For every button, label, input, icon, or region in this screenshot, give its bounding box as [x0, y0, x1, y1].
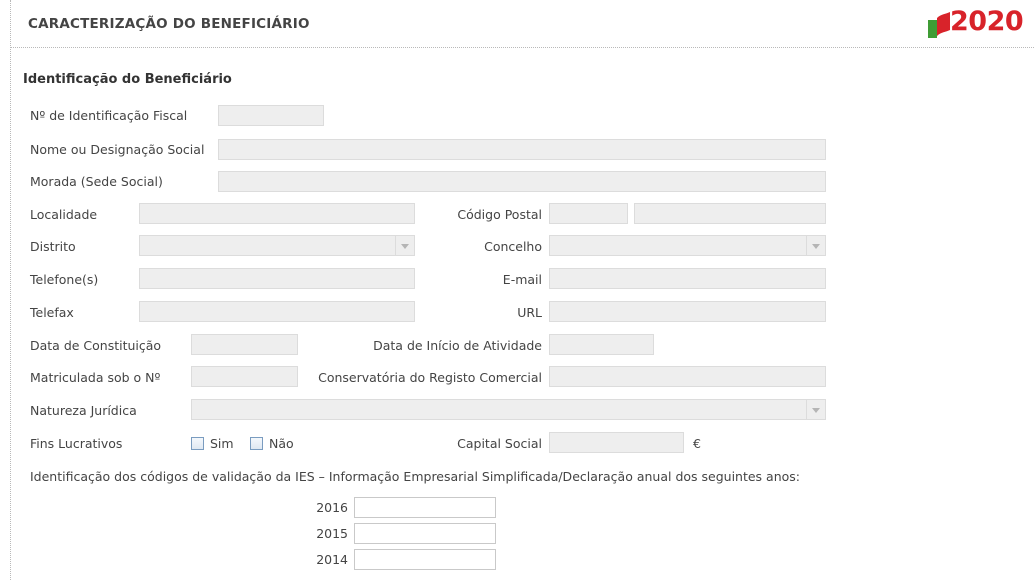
- telefax-label: Telefax: [30, 305, 74, 320]
- localidade-label: Localidade: [30, 207, 98, 222]
- form-left-border: [10, 0, 11, 580]
- fins-lucrativos-label: Fins Lucrativos: [30, 436, 123, 451]
- conservatoria-field[interactable]: [549, 366, 826, 387]
- ies-year-label: 2016: [316, 500, 348, 515]
- natureza-select[interactable]: [191, 399, 826, 420]
- concelho-select[interactable]: [549, 235, 826, 256]
- nome-label: Nome ou Designação Social: [30, 142, 205, 157]
- chevron-down-icon[interactable]: [395, 236, 414, 255]
- natureza-label: Natureza Jurídica: [30, 403, 137, 418]
- sim-checkbox[interactable]: [191, 437, 204, 450]
- email-field[interactable]: [549, 268, 826, 289]
- chevron-down-icon[interactable]: [806, 236, 825, 255]
- email-label: E-mail: [502, 272, 542, 287]
- distrito-select[interactable]: [139, 235, 415, 256]
- logo-text: 2020: [950, 6, 1024, 37]
- nif-label: Nº de Identificação Fiscal: [30, 108, 188, 123]
- header-divider: [10, 47, 1034, 48]
- sim-label[interactable]: Sim: [210, 433, 234, 454]
- data-inicio-field[interactable]: [549, 334, 654, 355]
- telefone-field[interactable]: [139, 268, 415, 289]
- matricula-label: Matriculada sob o Nº: [30, 370, 161, 385]
- telefax-field[interactable]: [139, 301, 415, 322]
- conservatoria-label: Conservatória do Registo Comercial: [318, 370, 542, 385]
- euro-symbol: €: [693, 436, 701, 451]
- morada-field[interactable]: [218, 171, 826, 192]
- data-inicio-label: Data de Início de Atividade: [373, 338, 542, 353]
- localidade-field[interactable]: [139, 203, 415, 224]
- chevron-down-icon[interactable]: [806, 400, 825, 419]
- nao-label[interactable]: Não: [269, 433, 294, 454]
- codigo-postal-label: Código Postal: [457, 207, 542, 222]
- nif-field[interactable]: [218, 105, 324, 126]
- capital-social-field[interactable]: [549, 432, 684, 453]
- concelho-label: Concelho: [484, 239, 542, 254]
- morada-label: Morada (Sede Social): [30, 174, 163, 189]
- flag-icon: [928, 12, 950, 38]
- nao-checkbox[interactable]: [250, 437, 263, 450]
- page-title: CARACTERIZAÇÃO DO BENEFICIÁRIO: [28, 16, 310, 32]
- ies-code-field-2014[interactable]: [354, 549, 496, 570]
- telefone-label: Telefone(s): [30, 272, 99, 287]
- distrito-label: Distrito: [30, 239, 76, 254]
- codigo-postal-field-2[interactable]: [634, 203, 826, 224]
- url-label: URL: [517, 305, 542, 320]
- data-constituicao-label: Data de Constituição: [30, 338, 162, 353]
- ies-code-field-2015[interactable]: [354, 523, 496, 544]
- ies-year-label: 2015: [316, 526, 348, 541]
- portugal-2020-logo: 2020: [926, 6, 1034, 42]
- ies-instructions: Identificação dos códigos de validação d…: [30, 469, 801, 484]
- capital-social-label: Capital Social: [457, 436, 542, 451]
- ies-year-label: 2014: [316, 552, 348, 567]
- ies-code-field-2016[interactable]: [354, 497, 496, 518]
- url-field[interactable]: [549, 301, 826, 322]
- section-title: Identificação do Beneficiário: [23, 72, 232, 87]
- matricula-field[interactable]: [191, 366, 298, 387]
- codigo-postal-field-1[interactable]: [549, 203, 628, 224]
- data-constituicao-field[interactable]: [191, 334, 298, 355]
- nome-field[interactable]: [218, 139, 826, 160]
